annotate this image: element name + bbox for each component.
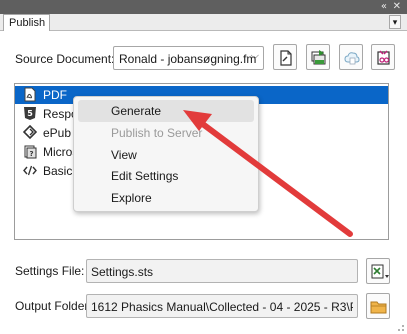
settings-file-value: Settings.sts xyxy=(91,265,154,279)
document-settings-button[interactable] xyxy=(371,44,395,70)
folder-icon xyxy=(370,301,387,314)
generate-all-button[interactable] xyxy=(306,44,330,70)
resize-grip-icon[interactable] xyxy=(395,322,405,332)
menu-item-publish-to-server: Publish to Server xyxy=(111,126,203,140)
list-item-label: ePub xyxy=(43,126,72,140)
settings-file-button[interactable] xyxy=(366,258,390,284)
source-document-dropdown[interactable]: Ronald - jobansøgning.fm ⌵ xyxy=(113,46,264,70)
context-menu: Generate Publish to Server View Edit Set… xyxy=(73,96,259,212)
collapse-panel-icon[interactable]: « xyxy=(381,0,387,13)
tab-menu-button[interactable]: ▾ xyxy=(389,15,401,29)
settings-file-label: Settings File: xyxy=(15,264,85,278)
html5-icon: 5 xyxy=(24,107,36,120)
document-settings-icon xyxy=(377,50,390,65)
source-document-value: Ronald - jobansøgning.fm xyxy=(119,52,257,66)
source-document-label: Source Document: xyxy=(15,52,115,66)
epub-icon xyxy=(23,125,37,140)
panel-title-bar: « ✕ xyxy=(0,0,407,14)
code-icon xyxy=(23,165,37,176)
tab-publish[interactable]: Publish xyxy=(3,14,50,31)
new-document-button[interactable] xyxy=(273,44,297,70)
new-document-icon xyxy=(280,50,292,66)
svg-text:5: 5 xyxy=(27,109,33,118)
microsoft-help-icon: ? xyxy=(24,145,37,159)
output-folder-field[interactable]: 1612 Phasics Manual\Collected - 04 - 202… xyxy=(86,294,358,318)
chevron-down-icon: ⌵ xyxy=(250,50,259,62)
generate-all-icon xyxy=(311,50,326,65)
cloud-publish-button[interactable] xyxy=(339,44,363,70)
output-folder-label: Output Folder: xyxy=(15,299,92,313)
spreadsheet-settings-icon xyxy=(371,264,389,279)
cloud-publish-icon xyxy=(344,52,360,65)
menu-item-explore[interactable]: Explore xyxy=(78,187,254,209)
pdf-icon xyxy=(24,87,36,102)
close-panel-icon[interactable]: ✕ xyxy=(393,0,401,13)
svg-text:?: ? xyxy=(29,150,33,158)
menu-item-view[interactable]: View xyxy=(78,144,254,166)
browse-folder-button[interactable] xyxy=(366,293,390,319)
list-item-label: PDF xyxy=(43,88,67,102)
tab-strip: Publish ▾ xyxy=(0,14,407,31)
settings-file-field[interactable]: Settings.sts xyxy=(86,259,358,283)
menu-item-edit-settings[interactable]: Edit Settings xyxy=(78,165,254,187)
output-folder-value: 1612 Phasics Manual\Collected - 04 - 202… xyxy=(91,300,353,314)
menu-item-generate[interactable]: Generate xyxy=(78,100,254,122)
